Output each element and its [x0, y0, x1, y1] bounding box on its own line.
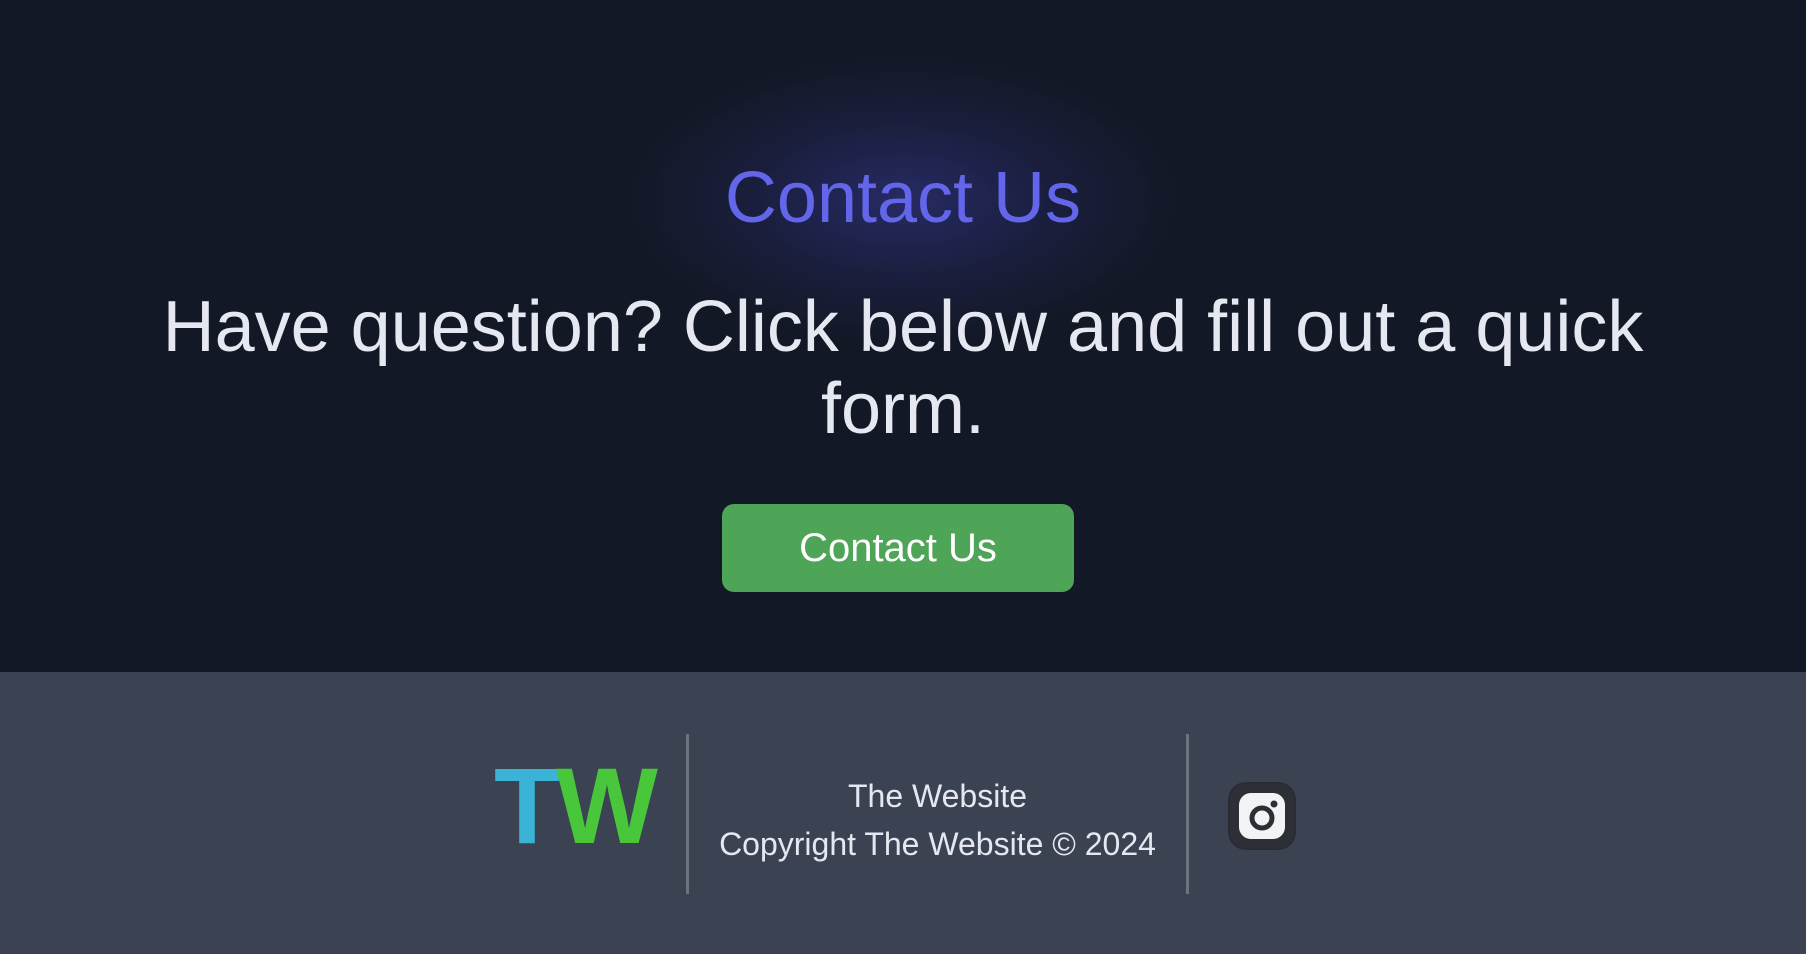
instagram-link[interactable] [1230, 784, 1294, 848]
footer-site-name: The Website [847, 778, 1028, 814]
contact-us-button[interactable]: Contact Us [722, 504, 1074, 592]
hero-subtitle: Have question? Click below and fill out … [162, 287, 1644, 449]
instagram-icon [1239, 793, 1285, 839]
hero-title: Contact Us [724, 158, 1082, 238]
footer-copyright: Copyright The Website © 2024 [719, 826, 1156, 862]
footer-info: The Website Copyright The Website © 2024 [689, 772, 1186, 868]
site-footer: TW The Website Copyright The Website © 2… [0, 672, 1806, 954]
site-logo[interactable]: TW [494, 752, 658, 860]
footer-divider-right [1186, 734, 1189, 894]
logo-letter-t: T [494, 745, 560, 866]
logo-letter-w: W [555, 745, 658, 866]
contact-hero-section: Contact Us Have question? Click below an… [0, 0, 1806, 672]
